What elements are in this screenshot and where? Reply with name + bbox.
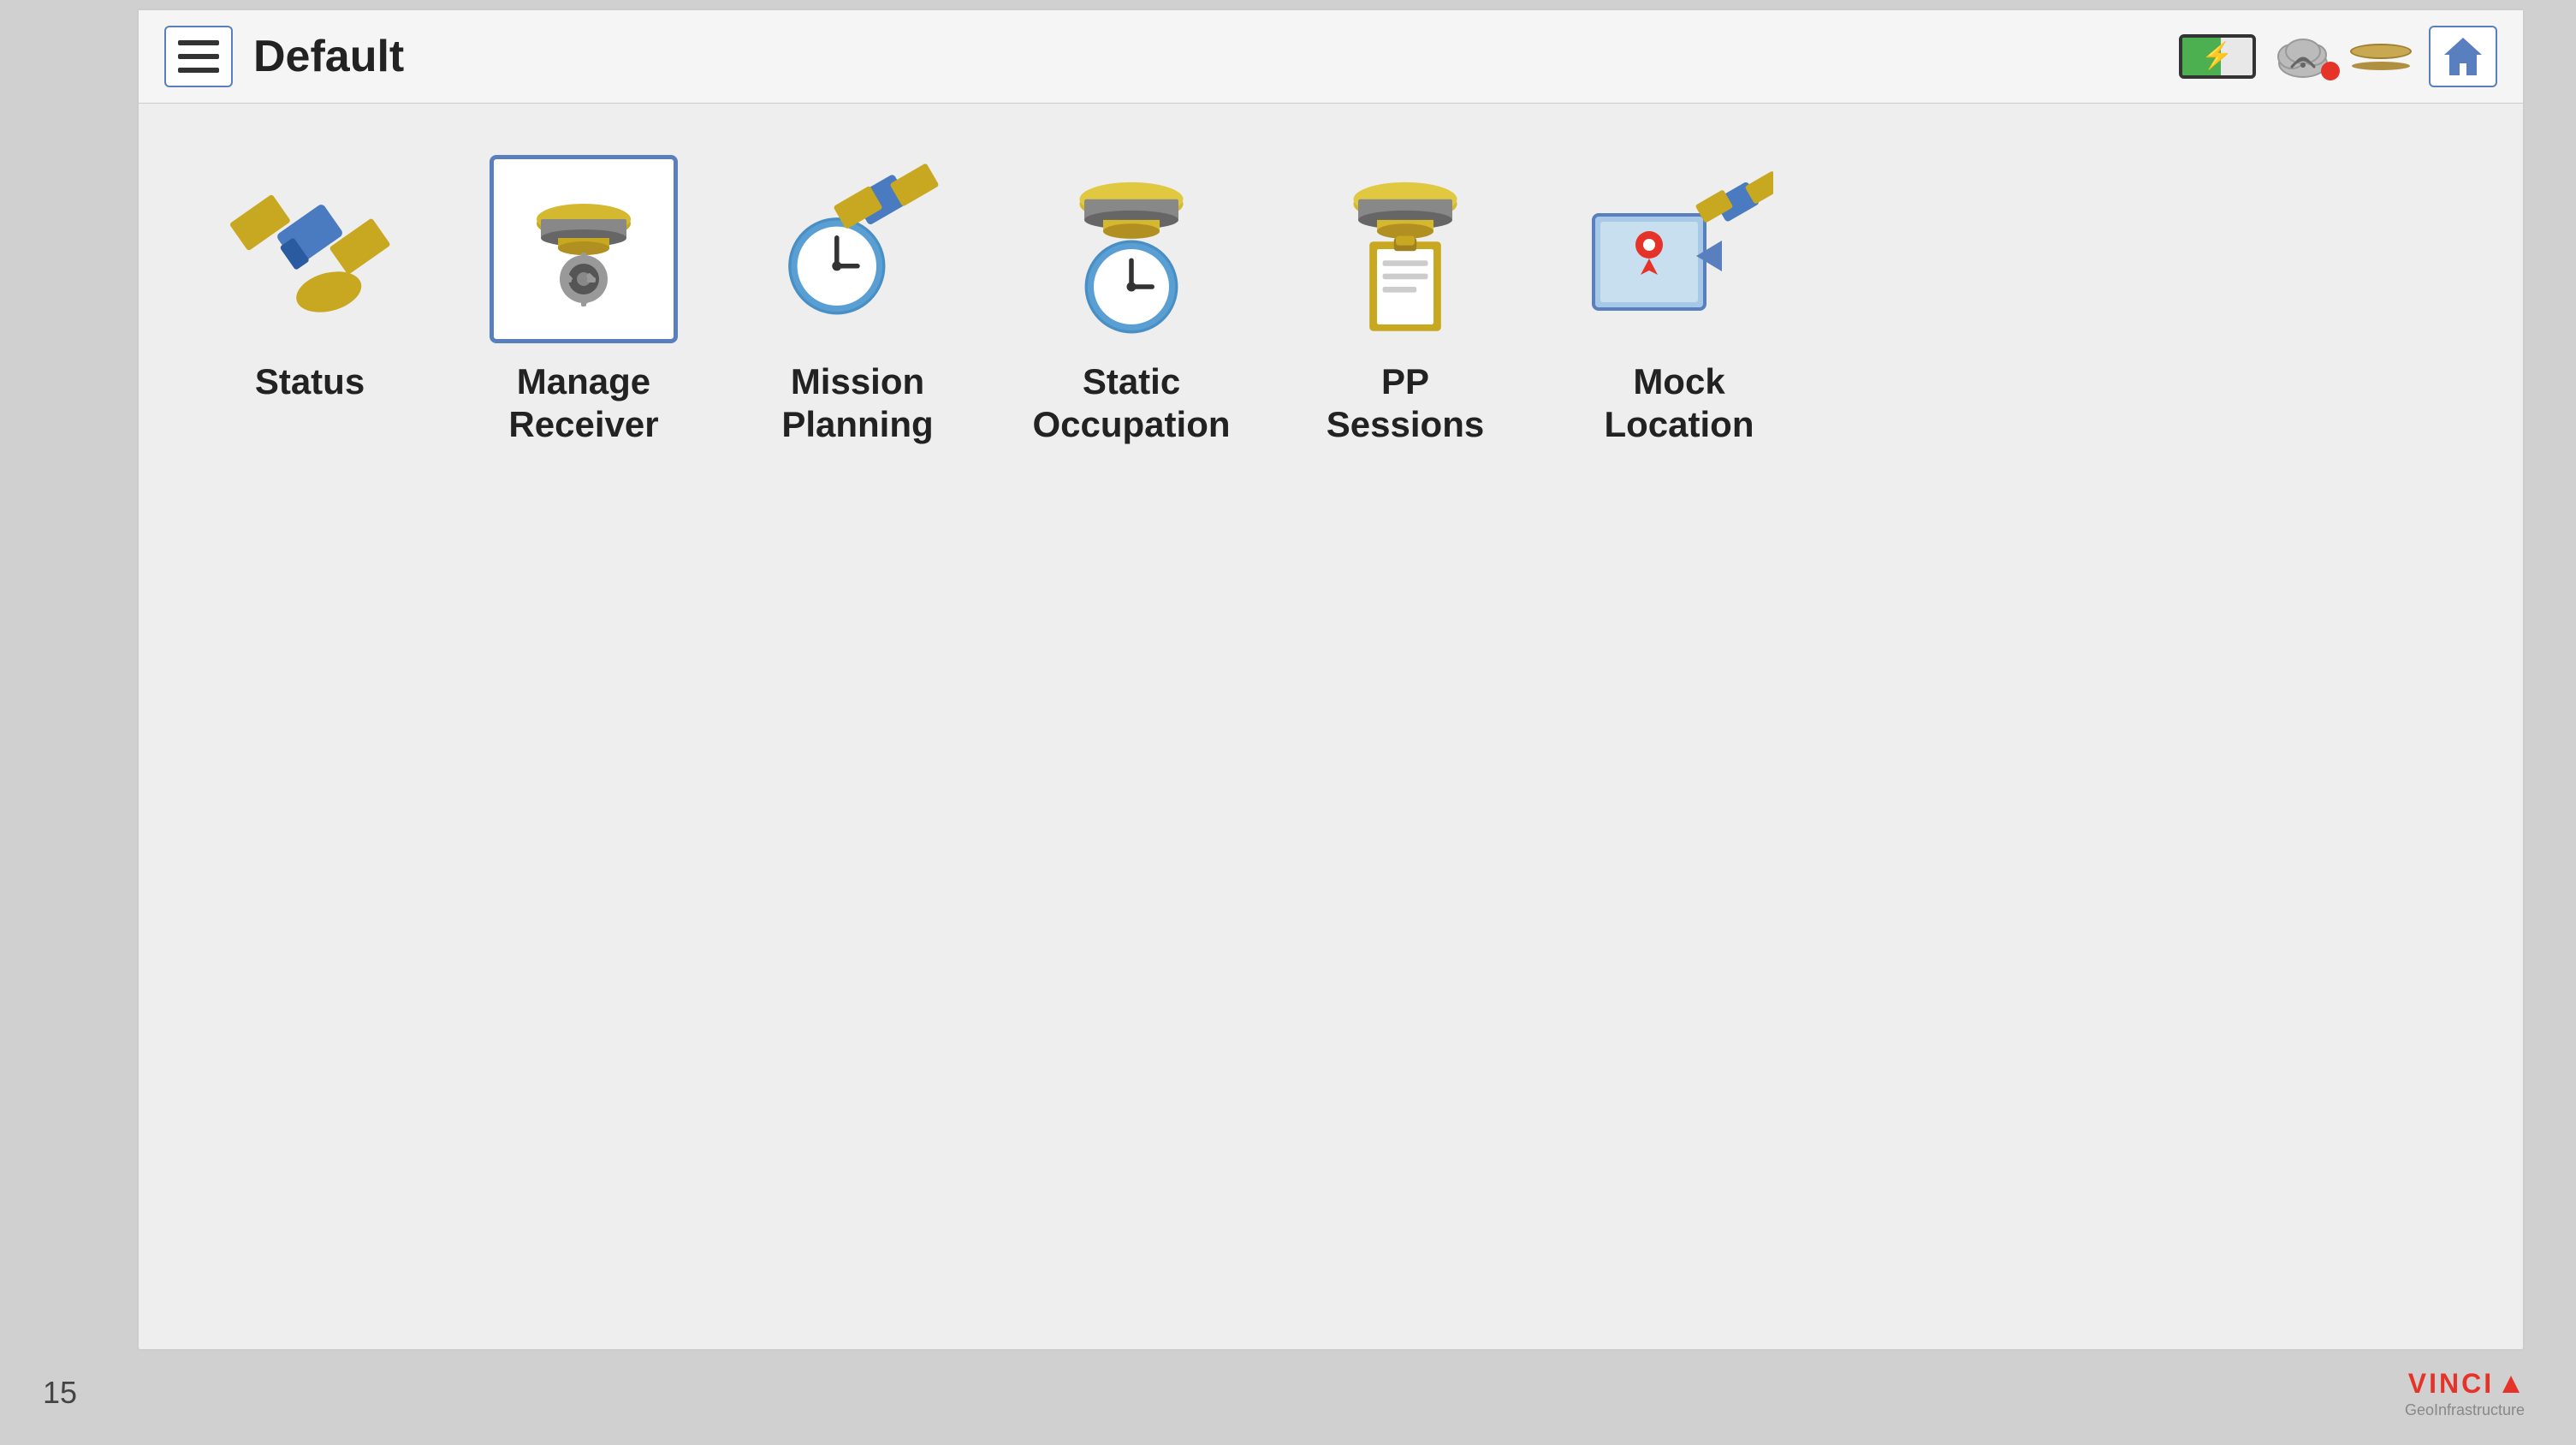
battery-lightning-icon: ⚡ bbox=[2201, 44, 2233, 69]
pp-sessions-label: PP Sessions bbox=[1303, 360, 1508, 447]
menu-item-mission-planning[interactable]: Mission Planning bbox=[755, 155, 960, 447]
pp-sessions-icon bbox=[1311, 155, 1499, 343]
home-button[interactable] bbox=[2429, 26, 2497, 87]
main-panel: Default ⚡ bbox=[137, 9, 2525, 1351]
page-title: Default bbox=[253, 31, 404, 82]
status-label: Status bbox=[255, 360, 365, 403]
mock-location-icon bbox=[1585, 155, 1773, 343]
hamburger-line-2 bbox=[178, 54, 219, 59]
menu-item-pp-sessions[interactable]: PP Sessions bbox=[1303, 155, 1508, 447]
mission-planning-icon bbox=[763, 155, 952, 343]
menu-item-static-occupation[interactable]: Static Occupation bbox=[1029, 155, 1234, 447]
menu-item-mock-location[interactable]: Mock Location bbox=[1576, 155, 1782, 447]
hamburger-button[interactable] bbox=[164, 26, 233, 87]
static-occupation-icon bbox=[1037, 155, 1226, 343]
static-occupation-label: Static Occupation bbox=[1032, 360, 1230, 447]
page-number: 15 bbox=[43, 1375, 77, 1411]
status-satellite-icon bbox=[224, 164, 395, 335]
menu-item-manage-receiver[interactable]: Manage Receiver bbox=[481, 155, 686, 447]
disk-icon bbox=[2350, 44, 2412, 70]
manage-receiver-label: Manage Receiver bbox=[508, 360, 658, 447]
manage-receiver-icon-container bbox=[490, 155, 678, 343]
battery-tip bbox=[2254, 45, 2256, 68]
logo-area: VINCI GeoInfrastructure bbox=[2405, 1368, 2525, 1419]
home-icon bbox=[2441, 34, 2485, 79]
logo-division: GeoInfrastructure bbox=[2405, 1401, 2525, 1419]
hamburger-line-3 bbox=[178, 68, 219, 73]
pp-sessions-icon-container bbox=[1311, 155, 1499, 343]
status-icon-container bbox=[216, 155, 404, 343]
menu-content: Status bbox=[139, 104, 2523, 498]
static-occupation-icon-container bbox=[1037, 155, 1226, 343]
header-right: ⚡ bbox=[2179, 26, 2497, 87]
battery-indicator: ⚡ bbox=[2179, 34, 2256, 79]
mission-planning-icon-container bbox=[763, 155, 952, 343]
cloud-icon bbox=[2273, 31, 2333, 82]
battery-container: ⚡ bbox=[2179, 34, 2256, 79]
manage-receiver-icon bbox=[515, 181, 652, 318]
logo-company: VINCI bbox=[2408, 1368, 2494, 1400]
hamburger-line-1 bbox=[178, 40, 219, 45]
menu-item-status[interactable]: Status bbox=[207, 155, 413, 403]
mission-planning-label: Mission Planning bbox=[781, 360, 933, 447]
mock-location-label: Mock Location bbox=[1605, 360, 1754, 447]
mock-location-icon-container bbox=[1585, 155, 1773, 343]
header: Default ⚡ bbox=[139, 10, 2523, 104]
logo-icon bbox=[2501, 1374, 2521, 1394]
header-left: Default bbox=[164, 26, 404, 87]
connection-status-dot bbox=[2321, 62, 2340, 80]
